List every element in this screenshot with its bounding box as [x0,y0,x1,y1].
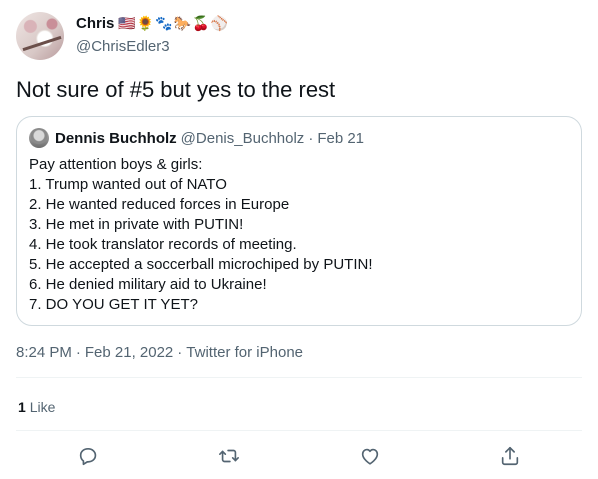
divider [16,377,582,378]
tweet-meta: 8:24 PM · Feb 21, 2022 · Twitter for iPh… [16,344,303,361]
quoted-line: 4. He took translator records of meeting… [29,236,297,253]
likes-count-link[interactable]: 1 Like [18,399,55,415]
quoted-separator: · [308,130,314,147]
heart-icon [361,448,379,465]
quoted-author-handle: @Denis_Buchholz [180,130,305,147]
quoted-author-avatar [29,128,49,148]
reply-icon [79,448,97,466]
share-button[interactable] [497,443,523,469]
author-handle[interactable]: @ChrisEdler3 [76,38,170,55]
tweet-actions [0,443,598,469]
like-count: 1 [18,399,26,415]
reply-button[interactable] [75,443,101,469]
retweet-icon [219,449,239,463]
author-emojis: 🇺🇸🌻🐾🐎🍒⚾ [118,15,229,32]
share-icon [501,446,519,466]
tweet-date[interactable]: Feb 21, 2022 [85,344,173,361]
quoted-tweet-body: Pay attention boys & girls: 1. Trump wan… [29,155,372,315]
quoted-line: 6. He denied military aid to Ukraine! [29,276,267,293]
tweet-time[interactable]: 8:24 PM [16,344,72,361]
quoted-line: 3. He met in private with PUTIN! [29,216,244,233]
quoted-line: 2. He wanted reduced forces in Europe [29,196,290,213]
like-label: Like [29,399,56,415]
author-name-row: Chris 🇺🇸🌻🐾🐎🍒⚾ [76,15,229,32]
author-avatar[interactable] [16,12,64,60]
quoted-line: 7. DO YOU GET IT YET? [29,296,198,313]
quoted-date: Feb 21 [317,130,365,147]
meta-separator: · [75,344,81,361]
meta-separator: · [177,344,183,361]
author-display-name[interactable]: Chris [76,15,114,32]
quoted-line: 1. Trump wanted out of NATO [29,176,227,193]
quoted-line: 5. He accepted a soccerball microchiped … [29,256,373,273]
quoted-author-name: Dennis Buchholz [55,130,177,147]
like-button[interactable] [357,443,383,469]
retweet-button[interactable] [216,443,242,469]
divider [16,430,582,431]
tweet-detail: Chris 🇺🇸🌻🐾🐎🍒⚾ @ChrisEdler3 Not sure of #… [0,0,598,479]
tweet-text: Not sure of #5 but yes to the rest [16,77,336,102]
quoted-tweet[interactable]: Dennis Buchholz @Denis_Buchholz · Feb 21… [16,116,582,326]
quoted-line: Pay attention boys & girls: [29,156,203,173]
tweet-source[interactable]: Twitter for iPhone [186,344,303,361]
quoted-tweet-header: Dennis Buchholz @Denis_Buchholz · Feb 21 [55,130,364,147]
